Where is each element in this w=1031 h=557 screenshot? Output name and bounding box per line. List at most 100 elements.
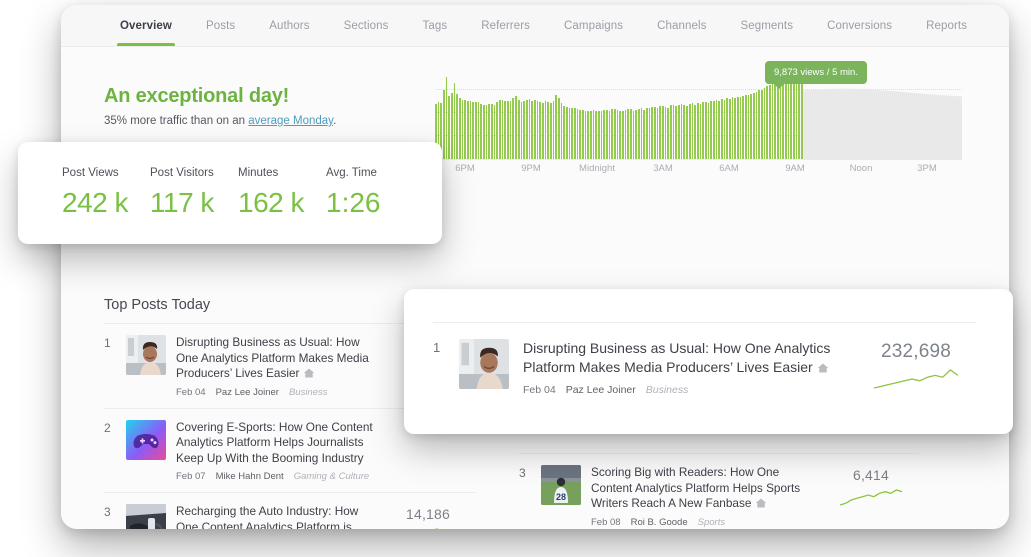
chart-bar bbox=[798, 74, 801, 159]
traffic-chart[interactable]: 9,873 views / 5 min. 6PM 9PM Midnight 3AM 6A… bbox=[435, 61, 962, 275]
post-thumbnail bbox=[126, 504, 166, 529]
chart-bar bbox=[547, 101, 549, 159]
chart-bar bbox=[691, 103, 694, 159]
nav-item-referrers[interactable]: Referrers bbox=[464, 5, 547, 46]
chart-bar bbox=[624, 109, 627, 159]
chart-bar bbox=[790, 76, 793, 159]
chart-bar bbox=[720, 99, 723, 159]
chart-bar bbox=[525, 100, 528, 159]
chart-bar bbox=[726, 98, 728, 159]
post-metric: 14,186 bbox=[380, 504, 476, 529]
chart-bar bbox=[752, 93, 755, 159]
stat-minutes: Minutes 162 k bbox=[238, 167, 326, 219]
chart-bar bbox=[731, 97, 734, 159]
post-title[interactable]: Recharging the Auto Industry: How One Co… bbox=[176, 504, 380, 529]
post-title[interactable]: Disrupting Business as Usual: How One An… bbox=[523, 339, 856, 377]
post-rank: 2 bbox=[104, 420, 111, 435]
chart-bar bbox=[501, 100, 504, 159]
chart-bar bbox=[589, 110, 592, 159]
chart-bar bbox=[662, 105, 664, 159]
chart-bar bbox=[520, 101, 523, 159]
nav-item-sections[interactable]: Sections bbox=[327, 5, 406, 46]
chart-bar bbox=[648, 107, 651, 159]
chart-bar bbox=[744, 94, 747, 159]
chart-bar bbox=[496, 101, 499, 159]
chart-bar bbox=[573, 108, 576, 159]
chart-bar bbox=[523, 100, 525, 159]
screenshot-stage: Overview Posts Authors Sections Tags Referrer… bbox=[0, 0, 1031, 557]
chart-bar bbox=[456, 93, 459, 159]
featured-post-row[interactable]: 1 Disrupting Business as Usual: How One A… bbox=[433, 322, 976, 406]
hero-block: An exceptional day! 35% more traffic tha… bbox=[104, 85, 336, 127]
post-title[interactable]: Covering E-Sports: How One Content Analy… bbox=[176, 420, 380, 467]
axis-tick-label: 6AM bbox=[719, 163, 739, 174]
nav-item-authors[interactable]: Authors bbox=[252, 5, 326, 46]
nav-item-segments[interactable]: Segments bbox=[723, 5, 810, 46]
sparkline-wrap bbox=[823, 489, 919, 507]
chart-bar bbox=[750, 93, 752, 159]
chart-bar bbox=[638, 108, 640, 159]
post-author[interactable]: Paz Lee Joiner bbox=[566, 384, 636, 396]
chart-bar bbox=[560, 103, 563, 159]
stat-value: 162 k bbox=[238, 187, 305, 218]
post-author[interactable]: Paz Lee Joiner bbox=[216, 387, 279, 398]
chart-bar bbox=[485, 104, 488, 159]
chart-bar bbox=[686, 105, 688, 159]
chart-bar bbox=[581, 110, 584, 159]
chart-bar bbox=[656, 108, 659, 159]
axis-tick-label: 3PM bbox=[917, 163, 937, 174]
post-title[interactable]: Disrupting Business as Usual: How One An… bbox=[176, 335, 380, 382]
chart-bar bbox=[795, 76, 798, 159]
nav-item-conversions[interactable]: Conversions bbox=[810, 5, 909, 46]
post-rank: 1 bbox=[104, 336, 111, 350]
chart-bar bbox=[643, 110, 646, 159]
chart-bar bbox=[480, 103, 483, 159]
chart-bar bbox=[549, 102, 552, 159]
nav-item-channels[interactable]: Channels bbox=[640, 5, 723, 46]
chart-bar bbox=[461, 100, 464, 159]
nav-item-overview[interactable]: Overview bbox=[103, 5, 189, 46]
page-views-value: 232,698 bbox=[880, 341, 952, 362]
post-category[interactable]: Business bbox=[646, 384, 689, 396]
nav-item-reports[interactable]: Reports bbox=[909, 5, 984, 46]
main-navigation[interactable]: Overview Posts Authors Sections Tags Referrer… bbox=[61, 5, 1009, 47]
post-details: Covering E-Sports: How One Content Analy… bbox=[176, 420, 380, 483]
post-category[interactable]: Gaming & Culture bbox=[294, 471, 370, 482]
post-author[interactable]: Roi B. Goode bbox=[631, 517, 688, 528]
average-monday-link[interactable]: average Monday bbox=[248, 115, 333, 127]
post-category[interactable]: Sports bbox=[698, 517, 725, 528]
nav-item-tags[interactable]: Tags bbox=[405, 5, 464, 46]
chart-bar bbox=[603, 110, 605, 159]
nav-item-posts[interactable]: Posts bbox=[189, 5, 252, 46]
chart-bar bbox=[541, 102, 544, 159]
chart-bar bbox=[493, 104, 496, 159]
nav-item-campaigns[interactable]: Campaigns bbox=[547, 5, 640, 46]
post-rank: 3 bbox=[519, 466, 526, 480]
chart-bar bbox=[616, 109, 619, 159]
table-row[interactable]: 3 Recharging the Auto Industry: How One C… bbox=[104, 492, 476, 529]
stat-label: Post Visitors bbox=[150, 167, 214, 179]
table-row[interactable]: 1 Disrupting Business as Usual: How One A… bbox=[433, 322, 976, 406]
post-author[interactable]: Mike Hahn Dent bbox=[216, 471, 284, 482]
chart-bar bbox=[507, 100, 509, 159]
chart-bar bbox=[557, 98, 560, 159]
chart-bar bbox=[683, 105, 686, 159]
chart-bar bbox=[715, 100, 718, 159]
chart-bar bbox=[782, 78, 785, 159]
chart-bar bbox=[606, 109, 608, 159]
stat-post-views: Post Views 242 k bbox=[62, 167, 150, 219]
stat-label: Post Views bbox=[62, 167, 119, 179]
chart-bar bbox=[552, 101, 555, 159]
table-row[interactable]: 3 28 Scoring Big with Readers: How One Con… bbox=[519, 453, 919, 529]
post-meta: Feb 07 Mike Hahn Dent Gaming & Culture bbox=[176, 471, 380, 482]
post-title[interactable]: Scoring Big with Readers: How One Conten… bbox=[591, 465, 823, 512]
post-date: Feb 08 bbox=[591, 516, 621, 528]
chart-bar bbox=[443, 89, 445, 159]
chart-bar bbox=[654, 106, 656, 159]
chart-bar bbox=[592, 110, 595, 159]
post-category[interactable]: Business bbox=[289, 387, 328, 398]
chart-bar bbox=[734, 97, 736, 159]
chart-bar bbox=[555, 94, 557, 159]
chart-bar bbox=[779, 79, 782, 159]
stat-label: Minutes bbox=[238, 167, 279, 179]
